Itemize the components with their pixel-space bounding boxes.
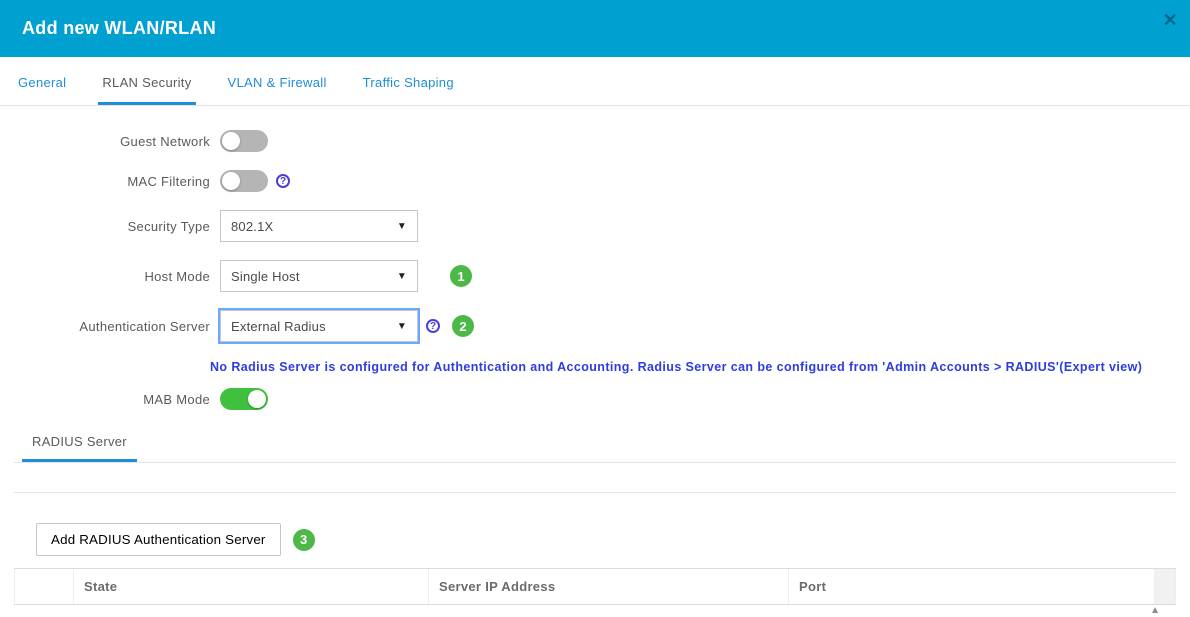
security-type-select[interactable]: 802.1X ▼	[220, 210, 418, 242]
step-callout-3: 3	[293, 529, 315, 551]
row-auth-server: Authentication Server External Radius ▼ …	[14, 310, 1176, 342]
scroll-up-icon[interactable]: ▲	[1150, 605, 1160, 615]
step-callout-1: 1	[450, 265, 472, 287]
security-type-label: Security Type	[14, 219, 220, 234]
auth-server-value: External Radius	[231, 319, 326, 334]
tab-vlan-firewall[interactable]: VLAN & Firewall	[224, 71, 331, 105]
mac-filtering-label: MAC Filtering	[14, 174, 220, 189]
close-icon[interactable]: ✕	[1163, 10, 1178, 31]
guest-network-toggle[interactable]	[220, 130, 268, 152]
security-type-value: 802.1X	[231, 219, 273, 234]
guest-network-label: Guest Network	[14, 134, 220, 149]
help-icon[interactable]: ?	[276, 174, 290, 188]
chevron-down-icon: ▼	[397, 321, 407, 332]
host-mode-select[interactable]: Single Host ▼	[220, 260, 418, 292]
add-radius-auth-server-button[interactable]: Add RADIUS Authentication Server	[36, 523, 281, 556]
auth-server-select[interactable]: External Radius ▼	[220, 310, 418, 342]
row-mac-filtering: MAC Filtering ?	[14, 170, 1176, 192]
subtabs: RADIUS Server	[14, 428, 1176, 463]
mac-filtering-toggle[interactable]	[220, 170, 268, 192]
host-mode-label: Host Mode	[14, 269, 220, 284]
row-host-mode: Host Mode Single Host ▼ 1	[14, 260, 1176, 292]
table-header-blank	[14, 569, 74, 604]
table-scrollbar-gutter	[1155, 569, 1176, 604]
form-area: Guest Network MAC Filtering ? Security T…	[0, 106, 1190, 463]
row-guest-network: Guest Network	[14, 130, 1176, 152]
chevron-down-icon: ▼	[397, 271, 407, 282]
mab-mode-label: MAB Mode	[14, 392, 220, 407]
dialog-header: Add new WLAN/RLAN ✕	[0, 0, 1190, 57]
main-tabs: General RLAN Security VLAN & Firewall Tr…	[0, 57, 1190, 106]
auth-server-label: Authentication Server	[14, 319, 220, 334]
table-header-port: Port	[789, 569, 1155, 604]
tab-traffic-shaping[interactable]: Traffic Shaping	[359, 71, 458, 105]
help-icon[interactable]: ?	[426, 319, 440, 333]
section-divider	[14, 463, 1176, 493]
step-callout-2: 2	[452, 315, 474, 337]
actions-row: Add RADIUS Authentication Server 3	[0, 493, 1190, 568]
radius-warning-message: No Radius Server is configured for Authe…	[14, 360, 1176, 388]
scroll-hint: ▲	[14, 605, 1176, 615]
table-header-state: State	[74, 569, 429, 604]
row-mab-mode: MAB Mode	[14, 388, 1176, 410]
row-security-type: Security Type 802.1X ▼	[14, 210, 1176, 242]
mab-mode-toggle[interactable]	[220, 388, 268, 410]
table-header-server-ip: Server IP Address	[429, 569, 789, 604]
tab-rlan-security[interactable]: RLAN Security	[98, 71, 195, 105]
host-mode-value: Single Host	[231, 269, 300, 284]
radius-server-table: State Server IP Address Port	[14, 568, 1176, 605]
chevron-down-icon: ▼	[397, 221, 407, 232]
subtab-radius-server[interactable]: RADIUS Server	[22, 428, 137, 462]
tab-general[interactable]: General	[14, 71, 70, 105]
table-header-row: State Server IP Address Port	[14, 569, 1176, 604]
dialog-title: Add new WLAN/RLAN	[22, 18, 216, 38]
